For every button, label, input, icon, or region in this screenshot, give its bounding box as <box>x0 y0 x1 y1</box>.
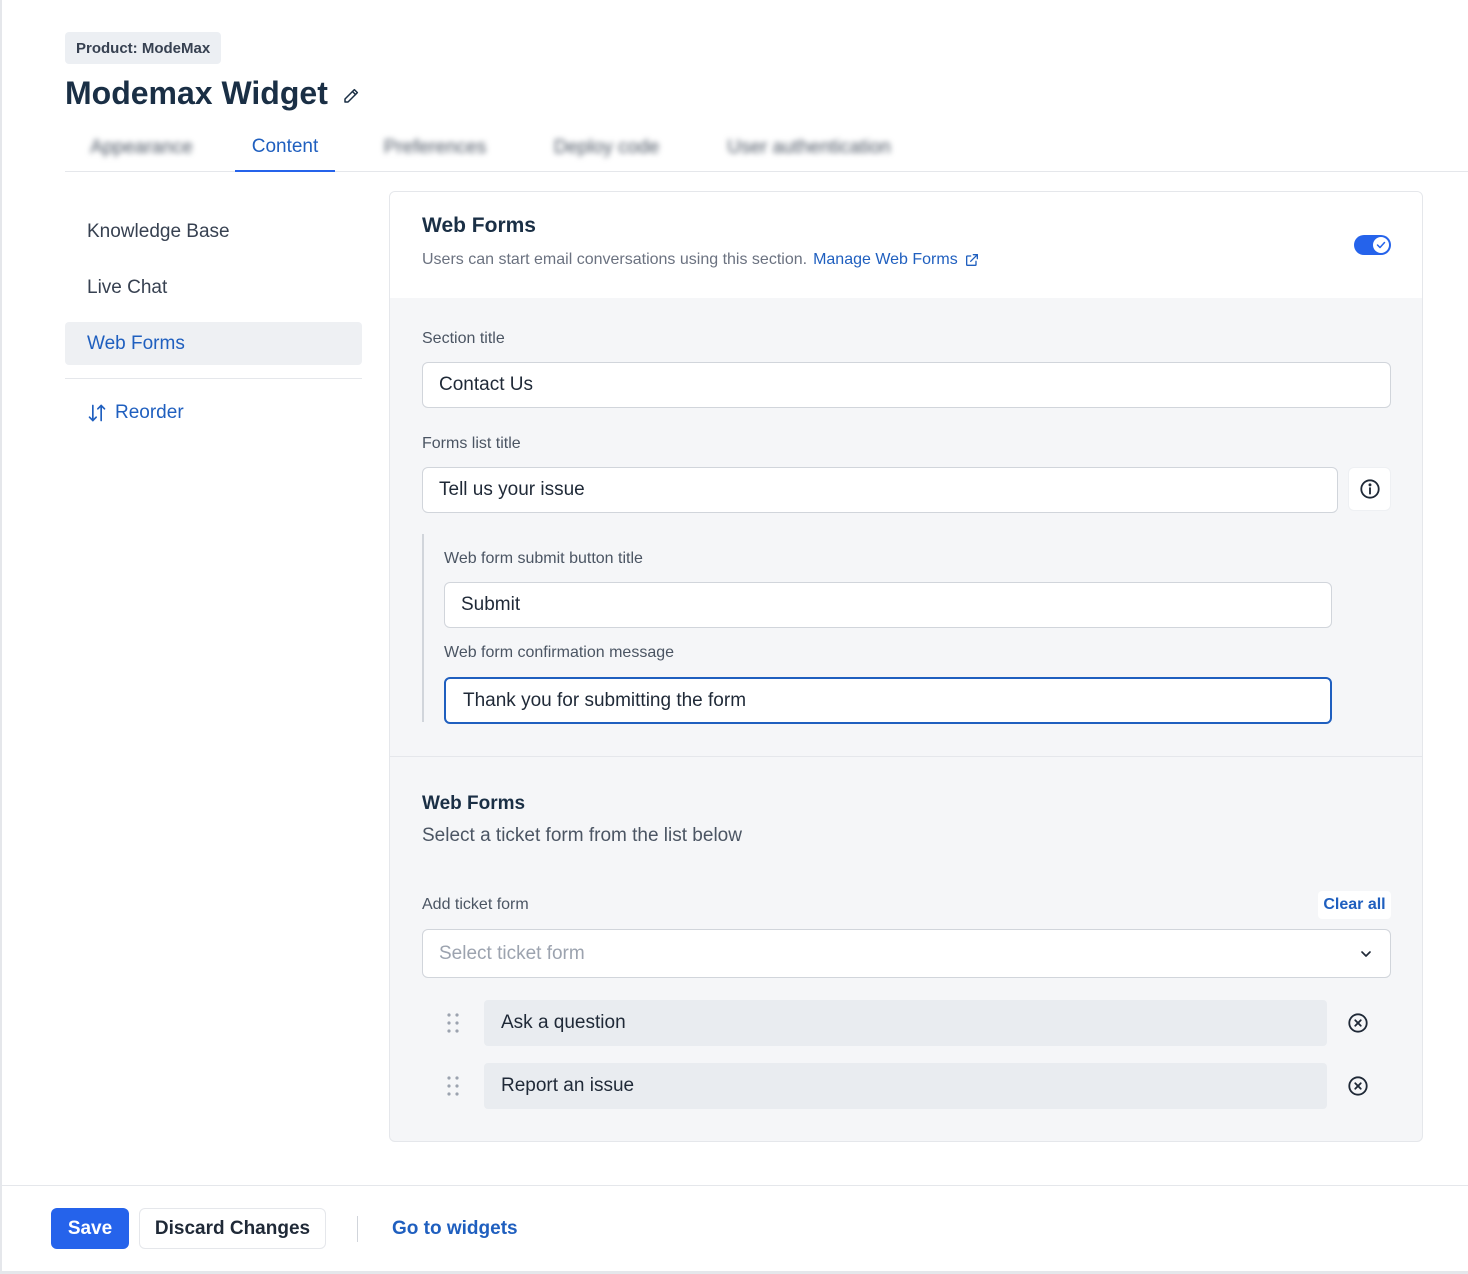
remove-circle-x-icon[interactable] <box>1346 1011 1370 1035</box>
footer-separator <box>357 1216 358 1242</box>
list-item: Ask a question <box>422 1000 1391 1046</box>
content-sidebar: Knowledge Base Live Chat Web Forms Reord… <box>65 210 362 426</box>
card-description: Users can start email conversations usin… <box>422 251 980 269</box>
list-item: Report an issue <box>422 1063 1391 1109</box>
discard-changes-button[interactable]: Discard Changes <box>139 1208 326 1249</box>
widget-title: Modemax Widget <box>65 75 328 111</box>
ticket-forms-title: Web Forms <box>422 793 526 814</box>
section-title-label: Section title <box>422 330 505 347</box>
manage-web-forms-link[interactable]: Manage Web Forms <box>813 251 980 269</box>
chevron-down-icon <box>1358 946 1374 962</box>
card-title: Web Forms <box>422 214 536 237</box>
reorder-button[interactable]: Reorder <box>65 400 362 426</box>
pencil-icon[interactable] <box>342 87 362 107</box>
card-description-text: Users can start email conversations usin… <box>422 251 808 268</box>
tab-bar: Appearance Content Preferences Deploy co… <box>65 124 1468 172</box>
ticket-form-select[interactable]: Select ticket form <box>422 929 1391 978</box>
card-header: Web Forms Users can start email conversa… <box>390 192 1422 298</box>
drag-handle-icon[interactable] <box>442 1010 464 1036</box>
manage-web-forms-label: Manage Web Forms <box>813 251 958 268</box>
toggle-check-icon <box>1373 237 1389 253</box>
forms-list-title-input[interactable] <box>422 467 1338 513</box>
external-link-icon <box>964 252 980 268</box>
reorder-arrows-icon <box>87 403 107 423</box>
ticket-form-chip: Report an issue <box>484 1063 1327 1109</box>
ticket-forms-description: Select a ticket form from the list below <box>422 825 742 846</box>
tab-appearance[interactable]: Appearance <box>79 124 204 171</box>
reorder-label: Reorder <box>115 402 184 423</box>
nested-fields-indicator <box>422 534 424 722</box>
submit-button-title-input[interactable] <box>444 582 1332 628</box>
web-forms-toggle[interactable] <box>1354 235 1391 255</box>
confirmation-message-label: Web form confirmation message <box>444 644 675 661</box>
remove-circle-x-icon[interactable] <box>1346 1074 1370 1098</box>
web-forms-card: Web Forms Users can start email conversa… <box>389 191 1423 1142</box>
confirmation-message-input[interactable] <box>444 677 1332 724</box>
product-badge: Product: ModeMax <box>65 32 222 64</box>
section-divider <box>390 756 1422 757</box>
footer-bar: Save Discard Changes Go to widgets <box>2 1185 1468 1271</box>
info-icon[interactable] <box>1348 467 1391 511</box>
ticket-form-chip: Ask a question <box>484 1000 1327 1046</box>
page-title: Modemax Widget <box>65 75 362 112</box>
sidebar-item-live-chat[interactable]: Live Chat <box>65 266 362 309</box>
go-to-widgets-link[interactable]: Go to widgets <box>392 1218 518 1240</box>
sidebar-item-web-forms[interactable]: Web Forms <box>65 322 362 365</box>
submit-button-title-label: Web form submit button title <box>444 550 643 567</box>
tab-deploy-code[interactable]: Deploy code <box>549 124 664 171</box>
sidebar-item-knowledge-base[interactable]: Knowledge Base <box>65 210 362 253</box>
ticket-form-select-placeholder: Select ticket form <box>439 942 585 964</box>
tab-user-authentication[interactable]: User authentication <box>721 124 897 171</box>
forms-list-title-label: Forms list title <box>422 435 521 452</box>
sidebar-divider <box>65 378 362 379</box>
drag-handle-icon[interactable] <box>442 1073 464 1099</box>
tab-content[interactable]: Content <box>235 124 335 172</box>
section-title-input[interactable] <box>422 362 1391 408</box>
add-ticket-form-label: Add ticket form <box>422 896 529 913</box>
clear-all-button[interactable]: Clear all <box>1318 891 1391 919</box>
save-button[interactable]: Save <box>51 1208 129 1249</box>
tab-preferences[interactable]: Preferences <box>379 124 491 171</box>
